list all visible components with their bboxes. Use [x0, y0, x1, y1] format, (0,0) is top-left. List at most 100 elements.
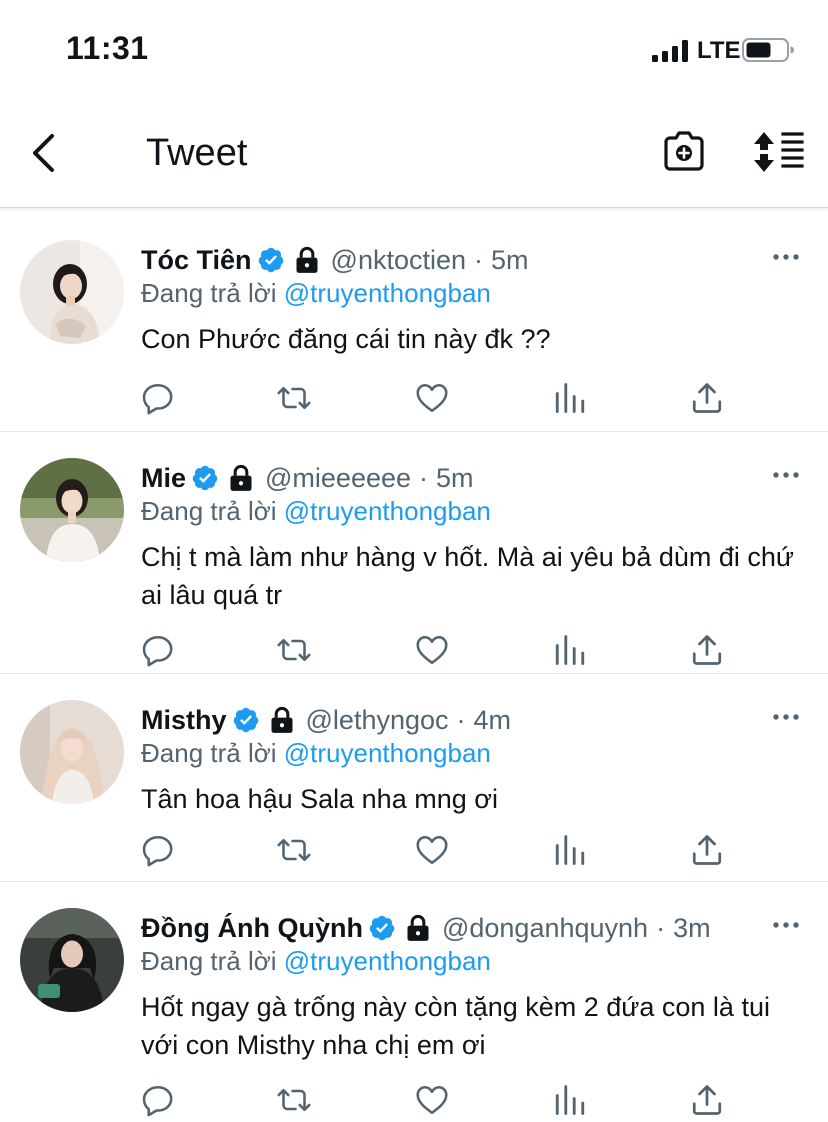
retweet-button[interactable] — [276, 832, 312, 868]
heart-icon — [414, 1082, 450, 1118]
reply-button[interactable] — [140, 380, 176, 416]
tweet-header: Mie @mieeeeee · 5m — [141, 462, 474, 494]
separator-dot: · — [656, 912, 666, 943]
user-handle[interactable]: @nktoctien — [331, 245, 466, 276]
tweet-text: Con Phước đăng cái tin này đk ?? — [141, 324, 551, 354]
back-button[interactable] — [26, 130, 66, 176]
replying-to-label: Đang trả lời — [141, 738, 284, 768]
network-label: LTE — [697, 37, 741, 64]
camera-button[interactable] — [662, 128, 706, 174]
share-icon — [689, 632, 725, 668]
replying-to-handle[interactable]: @truyenthongban — [284, 946, 491, 976]
user-handle[interactable]: @mieeeeee — [265, 463, 411, 494]
reply-feed: Tóc Tiên @nktoctien · 5m Đang trả lời @t… — [0, 214, 828, 1122]
replying-to-label: Đang trả lời — [141, 946, 284, 976]
user-handle[interactable]: @lethyngoc — [306, 705, 449, 736]
retweet-icon — [276, 380, 312, 416]
reply-button[interactable] — [140, 832, 176, 868]
signal-icon — [652, 40, 688, 62]
verified-badge-icon — [257, 246, 285, 274]
tweet-header: Misthy @lethyngoc · 4m — [141, 704, 511, 736]
avatar[interactable] — [20, 700, 124, 804]
retweet-icon — [276, 832, 312, 868]
tweet-time: 4m — [473, 704, 512, 735]
more-options-button[interactable] — [772, 470, 800, 480]
analytics-icon — [552, 380, 588, 416]
reply-icon — [140, 632, 176, 668]
user-handle[interactable]: @donganhquynh — [442, 913, 648, 944]
display-name[interactable]: Đồng Ánh Quỳnh — [141, 913, 363, 944]
share-button[interactable] — [689, 380, 725, 416]
tweet-item[interactable]: Misthy @lethyngoc · 4m Đang trả lời @tru… — [0, 674, 828, 882]
retweet-button[interactable] — [276, 1082, 312, 1118]
tweet-item[interactable]: Tóc Tiên @nktoctien · 5m Đang trả lời @t… — [0, 214, 828, 432]
tweet-text: Hốt ngay gà trống này còn tặng kèm 2 đứa… — [141, 992, 770, 1060]
verified-badge-icon — [232, 706, 260, 734]
battery-icon — [742, 38, 794, 62]
reply-button[interactable] — [140, 1082, 176, 1118]
sort-button[interactable] — [752, 130, 806, 174]
tweet-item[interactable]: Mie @mieeeeee · 5m Đang trả lời @truyent… — [0, 432, 828, 674]
like-button[interactable] — [414, 832, 450, 868]
tweet-time: 3m — [673, 912, 711, 943]
share-icon — [689, 1082, 725, 1118]
replying-to: Đang trả lời @truyenthongban — [141, 946, 491, 977]
lock-icon — [229, 464, 253, 492]
reply-icon — [140, 1082, 176, 1118]
verified-badge-icon — [191, 464, 219, 492]
share-icon — [689, 832, 725, 868]
tweet-actions — [140, 632, 730, 668]
avatar[interactable] — [20, 458, 124, 562]
replying-to-label: Đang trả lời — [141, 278, 284, 308]
replying-to-handle[interactable]: @truyenthongban — [284, 738, 491, 768]
tweet-header: Đồng Ánh Quỳnh @donganhquynh · 3m — [141, 912, 711, 944]
tweet-item[interactable]: Đồng Ánh Quỳnh @donganhquynh · 3m Đang t… — [0, 882, 828, 1122]
like-button[interactable] — [414, 1082, 450, 1118]
retweet-button[interactable] — [276, 632, 312, 668]
display-name[interactable]: Mie — [141, 463, 186, 494]
avatar[interactable] — [20, 908, 124, 1012]
analytics-button[interactable] — [552, 1082, 588, 1118]
heart-icon — [414, 632, 450, 668]
heart-icon — [414, 380, 450, 416]
replying-to-handle[interactable]: @truyenthongban — [284, 496, 491, 526]
like-button[interactable] — [414, 632, 450, 668]
analytics-button[interactable] — [552, 380, 588, 416]
tweet-time: 5m — [491, 244, 529, 275]
analytics-icon — [552, 832, 588, 868]
analytics-icon — [552, 1082, 588, 1118]
tweet-text: Chị t mà làm như hàng v hốt. Mà ai yêu b… — [141, 542, 794, 610]
tweet-text: Tân hoa hậu Sala nha mng ơi — [141, 784, 498, 814]
analytics-button[interactable] — [552, 832, 588, 868]
tweet-time: 5m — [436, 462, 474, 493]
reply-icon — [140, 380, 176, 416]
share-button[interactable] — [689, 632, 725, 668]
avatar[interactable] — [20, 240, 124, 344]
tweet-actions — [140, 380, 730, 416]
replying-to: Đang trả lời @truyenthongban — [141, 496, 491, 527]
share-button[interactable] — [689, 1082, 725, 1118]
page-title: Tweet — [146, 132, 248, 174]
status-bar: 11:31 LTE — [0, 0, 828, 100]
status-time: 11:31 — [66, 30, 149, 66]
display-name[interactable]: Misthy — [141, 705, 227, 736]
retweet-button[interactable] — [276, 380, 312, 416]
display-name[interactable]: Tóc Tiên — [141, 245, 252, 276]
more-options-button[interactable] — [772, 920, 800, 930]
reply-button[interactable] — [140, 632, 176, 668]
replying-to: Đang trả lời @truyenthongban — [141, 278, 491, 309]
more-options-button[interactable] — [772, 712, 800, 722]
nav-bar: Tweet — [0, 100, 828, 208]
replying-to-handle[interactable]: @truyenthongban — [284, 278, 491, 308]
more-options-button[interactable] — [772, 252, 800, 262]
retweet-icon — [276, 632, 312, 668]
share-button[interactable] — [689, 832, 725, 868]
separator-dot: · — [474, 244, 484, 275]
lock-icon — [270, 706, 294, 734]
like-button[interactable] — [414, 380, 450, 416]
analytics-button[interactable] — [552, 632, 588, 668]
heart-icon — [414, 832, 450, 868]
lock-icon — [295, 246, 319, 274]
analytics-icon — [552, 632, 588, 668]
separator-dot: · — [456, 704, 466, 735]
